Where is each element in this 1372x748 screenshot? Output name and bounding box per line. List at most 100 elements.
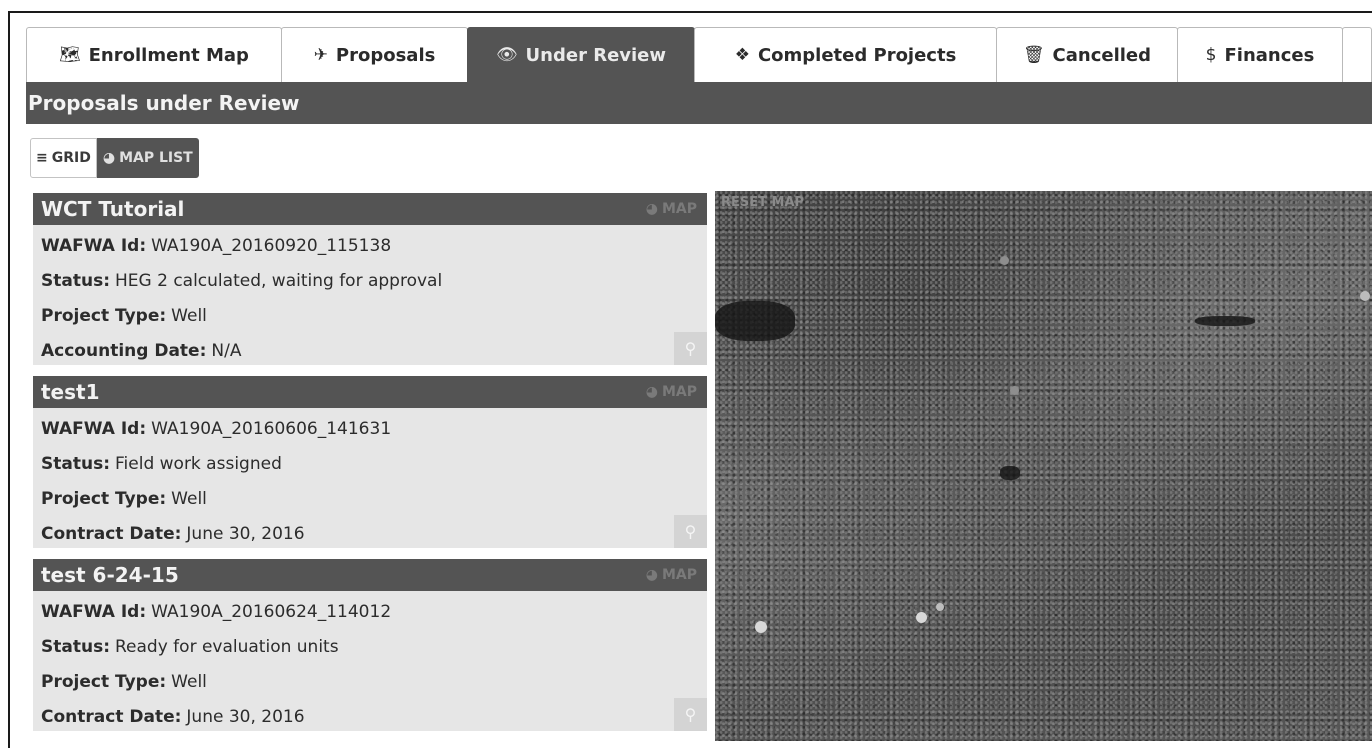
- tab-cancelled[interactable]: 🗑 Cancelled: [996, 27, 1178, 82]
- project-card: test 6-24-15 ◕ MAP WAFWA Id: WA190A_20160…: [33, 559, 707, 731]
- globe-icon: ◕: [645, 201, 658, 217]
- zoom-button[interactable]: ⚲: [674, 698, 707, 731]
- field-wafwa-id: WAFWA Id: WA190A_20160624_114012: [41, 594, 707, 629]
- map-link-label: MAP: [661, 567, 697, 583]
- tab-label: Enrollment Map: [88, 44, 249, 66]
- map-list-view-button[interactable]: ◕ MAP LIST: [96, 138, 199, 178]
- field-project-type: Project Type: Well: [41, 664, 707, 699]
- card-body: WAFWA Id: WA190A_20160606_141631 Status: F…: [33, 408, 707, 551]
- field-label: Contract Date:: [41, 706, 182, 727]
- field-date: Accounting Date: N/A: [41, 333, 707, 368]
- tab-label: Cancelled: [1052, 44, 1152, 66]
- card-map-link[interactable]: ◕ MAP: [646, 567, 697, 583]
- map-feature: [1000, 466, 1020, 480]
- field-label: Contract Date:: [41, 523, 182, 544]
- field-value: Well: [171, 488, 207, 509]
- tab-label: Completed Projects: [757, 44, 957, 66]
- field-status: Status: Ready for evaluation units: [41, 629, 707, 664]
- card-map-link[interactable]: ◕ MAP: [646, 384, 697, 400]
- map-list-label: MAP LIST: [119, 150, 193, 166]
- field-value: Well: [171, 305, 207, 326]
- cubes-icon: ❖: [734, 45, 750, 65]
- section-header: Proposals under Review: [26, 82, 1372, 124]
- view-toggle: ≡ GRID ◕ MAP LIST: [30, 138, 199, 178]
- field-label: Accounting Date:: [41, 340, 207, 361]
- dollar-icon: $: [1205, 45, 1217, 65]
- card-title: test 6-24-15 ◕ MAP: [33, 559, 707, 591]
- reset-map-button[interactable]: RESET MAP: [721, 195, 804, 210]
- tab-enrollment-map[interactable]: 🗺 Enrollment Map: [26, 27, 282, 82]
- field-value: June 30, 2016: [186, 523, 305, 544]
- main-tabs: 🗺 Enrollment Map ✈ Proposals 👁 Under Rev…: [26, 27, 1372, 82]
- globe-icon: ◕: [645, 567, 658, 583]
- search-icon: ⚲: [684, 340, 697, 358]
- map-feature: [715, 301, 795, 341]
- eye-icon: 👁: [495, 45, 518, 65]
- field-label: Project Type:: [41, 671, 167, 692]
- map-link-label: MAP: [661, 384, 697, 400]
- globe-icon: ◕: [102, 150, 116, 166]
- tab-completed-projects[interactable]: ❖ Completed Projects: [694, 27, 997, 82]
- field-date: Contract Date: June 30, 2016: [41, 516, 707, 551]
- card-title: WCT Tutorial ◕ MAP: [33, 193, 707, 225]
- zoom-button[interactable]: ⚲: [674, 515, 707, 548]
- zoom-button[interactable]: ⚲: [674, 332, 707, 365]
- field-status: Status: Field work assigned: [41, 446, 707, 481]
- tab-label: Proposals: [335, 44, 436, 66]
- map-feature: [1195, 316, 1255, 326]
- field-value: Well: [171, 671, 207, 692]
- field-project-type: Project Type: Well: [41, 298, 707, 333]
- satellite-map[interactable]: RESET MAP: [715, 191, 1372, 741]
- field-value: N/A: [211, 340, 242, 361]
- project-card: test1 ◕ MAP WAFWA Id: WA190A_20160606_141…: [33, 376, 707, 548]
- field-value: HEG 2 calculated, waiting for approval: [115, 270, 443, 291]
- field-label: Status:: [41, 453, 110, 474]
- field-value: Field work assigned: [115, 453, 282, 474]
- project-marker[interactable]: [916, 612, 927, 623]
- map-feature: [1010, 386, 1019, 395]
- search-icon: ⚲: [684, 706, 697, 724]
- globe-icon: ◕: [645, 384, 658, 400]
- bars-icon: ≡: [36, 150, 48, 166]
- field-label: Status:: [41, 270, 110, 291]
- field-project-type: Project Type: Well: [41, 481, 707, 516]
- field-label: Project Type:: [41, 488, 167, 509]
- card-body: WAFWA Id: WA190A_20160920_115138 Status: H…: [33, 225, 707, 368]
- map-icon: 🗺: [59, 45, 81, 65]
- field-value: WA190A_20160606_141631: [151, 418, 392, 439]
- field-date: Contract Date: June 30, 2016: [41, 699, 707, 734]
- card-body: WAFWA Id: WA190A_20160624_114012 Status: R…: [33, 591, 707, 734]
- paper-plane-icon: ✈: [313, 45, 328, 65]
- field-label: Status:: [41, 636, 110, 657]
- field-value: June 30, 2016: [186, 706, 305, 727]
- field-label: WAFWA Id:: [41, 235, 147, 256]
- tab-under-review[interactable]: 👁 Under Review: [467, 27, 695, 82]
- field-label: WAFWA Id:: [41, 418, 147, 439]
- card-map-link[interactable]: ◕ MAP: [646, 201, 697, 217]
- grid-view-button[interactable]: ≡ GRID: [30, 138, 97, 178]
- map-link-label: MAP: [661, 201, 697, 217]
- field-status: Status: HEG 2 calculated, waiting for app…: [41, 263, 707, 298]
- map-feature: [1000, 256, 1009, 265]
- project-name[interactable]: test1: [41, 380, 100, 404]
- field-label: WAFWA Id:: [41, 601, 147, 622]
- project-name[interactable]: test 6-24-15: [41, 563, 179, 587]
- project-marker[interactable]: [936, 603, 944, 611]
- grid-label: GRID: [51, 150, 91, 166]
- page-title: Proposals under Review: [28, 91, 300, 115]
- field-value: Ready for evaluation units: [115, 636, 339, 657]
- field-label: Project Type:: [41, 305, 167, 326]
- project-card: WCT Tutorial ◕ MAP WAFWA Id: WA190A_20160…: [33, 193, 707, 365]
- project-marker[interactable]: [1360, 291, 1370, 301]
- project-name[interactable]: WCT Tutorial: [41, 197, 184, 221]
- tab-overflow[interactable]: [1342, 27, 1372, 82]
- tab-label: Under Review: [525, 44, 667, 66]
- tab-proposals[interactable]: ✈ Proposals: [281, 27, 468, 82]
- field-value: WA190A_20160920_115138: [151, 235, 392, 256]
- field-wafwa-id: WAFWA Id: WA190A_20160606_141631: [41, 411, 707, 446]
- tab-finances[interactable]: $ Finances: [1177, 27, 1343, 82]
- project-marker[interactable]: [755, 621, 767, 633]
- trash-icon: 🗑: [1022, 45, 1045, 65]
- field-value: WA190A_20160624_114012: [151, 601, 392, 622]
- field-wafwa-id: WAFWA Id: WA190A_20160920_115138: [41, 228, 707, 263]
